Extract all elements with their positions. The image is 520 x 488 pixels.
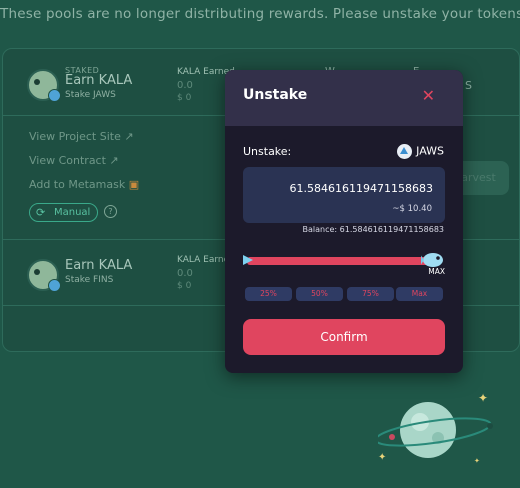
help-icon[interactable]: ? bbox=[104, 205, 117, 218]
farm-stake-label: Stake FINS bbox=[65, 275, 114, 285]
balance-text: Balance: 61.584616119471158683 bbox=[302, 225, 444, 234]
refresh-icon: ⟳ bbox=[36, 206, 46, 219]
max-label: MAX bbox=[428, 267, 445, 276]
rewards-ended-banner: These pools are no longer distributing r… bbox=[0, 6, 520, 22]
external-link-icon: ↗ bbox=[124, 130, 134, 143]
col-hint-3: S bbox=[465, 79, 472, 92]
kala-fish-icon bbox=[27, 259, 61, 292]
amount-field[interactable]: ~$ 10.40 bbox=[243, 167, 445, 223]
percent-max-button[interactable]: Max bbox=[396, 287, 443, 301]
modal-header: Unstake ✕ bbox=[225, 70, 463, 126]
earned-usd: $ 0 bbox=[177, 281, 192, 291]
percent-50-button[interactable]: 50% bbox=[296, 287, 343, 301]
add-to-metamask-link[interactable]: Add to Metamask ▣ bbox=[29, 178, 139, 191]
jaws-mini-icon bbox=[48, 89, 61, 102]
usd-value: ~$ 10.40 bbox=[392, 204, 432, 214]
percent-25-button[interactable]: 25% bbox=[245, 287, 292, 301]
farm-title: Earn KALA bbox=[65, 258, 133, 273]
manual-badge: ⟳ Manual bbox=[29, 203, 98, 222]
amount-input[interactable] bbox=[253, 182, 433, 195]
earned-value: 0.0 bbox=[177, 268, 193, 279]
unstake-label: Unstake: bbox=[243, 145, 292, 158]
external-link-icon: ↗ bbox=[109, 154, 119, 167]
token-display: JAWS bbox=[397, 144, 444, 159]
confirm-button[interactable]: Confirm bbox=[243, 319, 445, 355]
kala-fish-icon bbox=[27, 69, 61, 102]
svg-text:✦: ✦ bbox=[378, 452, 386, 463]
farm-stake-label: Stake JAWS bbox=[65, 90, 116, 100]
modal-title: Unstake bbox=[243, 87, 308, 103]
slider-start-fish-icon bbox=[243, 255, 253, 265]
amount-slider[interactable] bbox=[247, 257, 437, 265]
jaws-token-icon bbox=[397, 144, 413, 159]
close-icon[interactable]: ✕ bbox=[422, 86, 435, 105]
svg-text:✦: ✦ bbox=[478, 391, 488, 405]
svg-text:✦: ✦ bbox=[474, 457, 480, 465]
percent-75-button[interactable]: 75% bbox=[347, 287, 394, 301]
percent-buttons: 25% 50% 75% Max bbox=[245, 287, 445, 301]
view-contract-link[interactable]: View Contract ↗ bbox=[29, 154, 119, 167]
metamask-icon: ▣ bbox=[128, 178, 140, 191]
earned-value: 0.0 bbox=[177, 80, 193, 91]
unstake-modal: Unstake ✕ Unstake: JAWS ~$ 10.40 Balance… bbox=[225, 70, 463, 373]
planet-illustration: ✦ ✦ ✦ bbox=[378, 391, 493, 465]
fins-mini-icon bbox=[48, 279, 61, 292]
farm-title: Earn KALA bbox=[65, 73, 133, 88]
view-project-site-link[interactable]: View Project Site ↗ bbox=[29, 130, 134, 143]
earned-usd: $ 0 bbox=[177, 93, 192, 103]
